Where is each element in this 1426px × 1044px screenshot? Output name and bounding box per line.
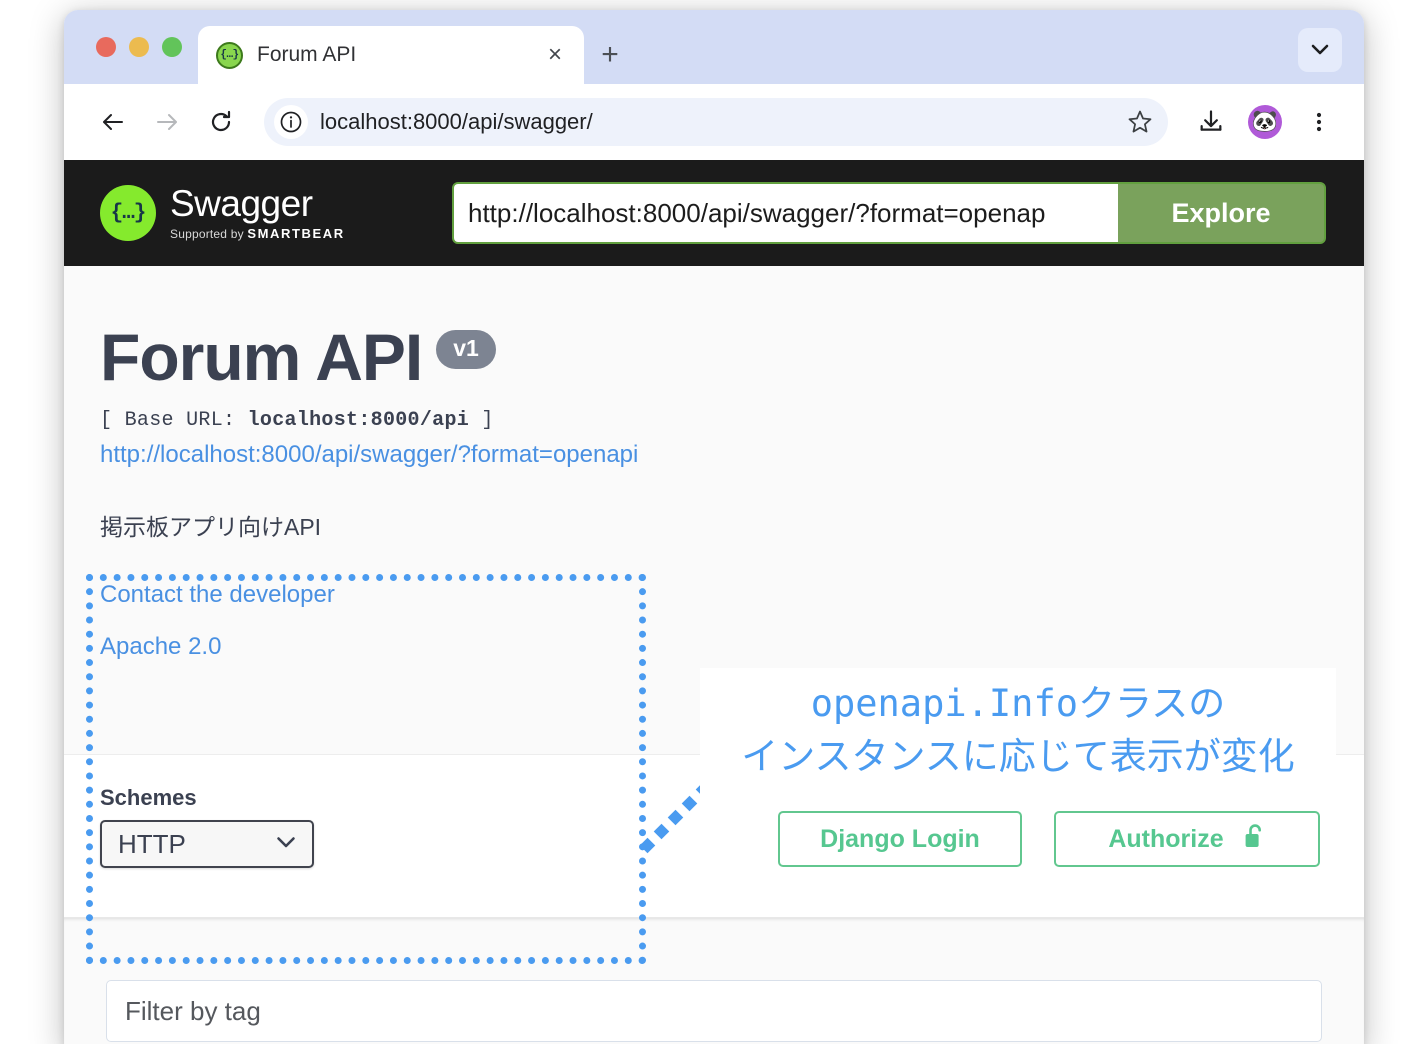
swagger-topbar: {…} Swagger Supported by SMARTBEAR Explo…	[64, 160, 1364, 266]
window-close-button[interactable]	[96, 37, 116, 57]
back-button[interactable]	[90, 99, 136, 145]
supported-by-prefix: Supported by	[170, 226, 248, 241]
base-url-suffix: ]	[469, 409, 494, 432]
chevron-down-icon[interactable]	[1298, 28, 1342, 72]
browser-tab-strip: {…} Forum API × +	[64, 10, 1364, 84]
window-minimize-button[interactable]	[129, 37, 149, 57]
window-controls	[64, 10, 198, 84]
filter-by-tag-input[interactable]	[106, 980, 1322, 1042]
browser-toolbar: localhost:8000/api/swagger/ 🐼	[64, 84, 1364, 160]
swagger-url-input[interactable]	[454, 184, 1118, 242]
license-link[interactable]: Apache 2.0	[100, 633, 1364, 661]
base-url-prefix: [ Base URL:	[100, 409, 248, 432]
swagger-logo-icon: {…}	[100, 185, 156, 241]
swagger-supported-by: Supported by SMARTBEAR	[170, 226, 345, 241]
screenshot-root: {…} Forum API × + localhost:8000/api/swa…	[0, 0, 1426, 1044]
download-icon[interactable]	[1188, 99, 1234, 145]
auth-button-group: Django Login Authorize	[778, 811, 1320, 867]
annotation-line-1: openapi.Infoクラスの	[810, 682, 1226, 725]
swagger-wordmark: Swagger	[170, 183, 313, 225]
address-bar[interactable]: localhost:8000/api/swagger/	[264, 98, 1168, 146]
reload-button[interactable]	[198, 99, 244, 145]
kebab-menu-icon[interactable]	[1296, 99, 1342, 145]
browser-tab[interactable]: {…} Forum API ×	[198, 26, 584, 84]
django-login-button[interactable]: Django Login	[778, 811, 1022, 867]
forward-button[interactable]	[144, 99, 190, 145]
schemes-selected-value: HTTP	[118, 828, 186, 859]
chevron-down-icon	[276, 834, 296, 854]
authorize-label: Authorize	[1108, 824, 1224, 853]
version-badge: v1	[436, 330, 496, 369]
window-maximize-button[interactable]	[162, 37, 182, 57]
avatar[interactable]: 🐼	[1248, 105, 1282, 139]
api-title-row: Forum API v1	[100, 324, 1364, 390]
authorize-button[interactable]: Authorize	[1054, 811, 1320, 867]
filter-section	[64, 917, 1364, 1044]
info-icon[interactable]	[274, 105, 308, 139]
unlocked-padlock-icon	[1244, 822, 1266, 857]
base-url-line: [ Base URL: localhost:8000/api ]	[100, 409, 1364, 432]
swagger-favicon-icon: {…}	[216, 41, 243, 69]
openapi-spec-link[interactable]: http://localhost:8000/api/swagger/?forma…	[100, 441, 1364, 469]
new-tab-button[interactable]: +	[584, 26, 636, 84]
schemes-label: Schemes	[100, 785, 197, 810]
browser-window: {…} Forum API × + localhost:8000/api/swa…	[64, 10, 1364, 1044]
api-description: 掲示板アプリ向けAPI	[100, 514, 322, 540]
smartbear-brand: SMARTBEAR	[247, 225, 345, 241]
swagger-body: Forum API v1 [ Base URL: localhost:8000/…	[64, 266, 1364, 1044]
schemes-select[interactable]: HTTP	[100, 820, 314, 868]
explore-bar: Explore	[452, 182, 1326, 244]
browser-tab-title: Forum API	[257, 43, 357, 66]
contact-developer-link[interactable]: Contact the developer	[100, 581, 1364, 609]
page-title: Forum API	[100, 320, 423, 394]
address-bar-url: localhost:8000/api/swagger/	[320, 109, 593, 134]
annotation-line-2: インスタンスに応じて表示が変化	[741, 734, 1295, 778]
api-info-section: Forum API v1 [ Base URL: localhost:8000/…	[64, 266, 1364, 964]
star-icon[interactable]	[1120, 102, 1160, 142]
close-icon[interactable]: ×	[540, 40, 570, 70]
swagger-logo[interactable]: {…} Swagger Supported by SMARTBEAR	[100, 183, 452, 241]
annotation-callout: openapi.Infoクラスの インスタンスに応じて表示が変化	[700, 668, 1336, 798]
base-url-value: localhost:8000/api	[247, 409, 470, 432]
explore-button[interactable]: Explore	[1118, 184, 1324, 242]
